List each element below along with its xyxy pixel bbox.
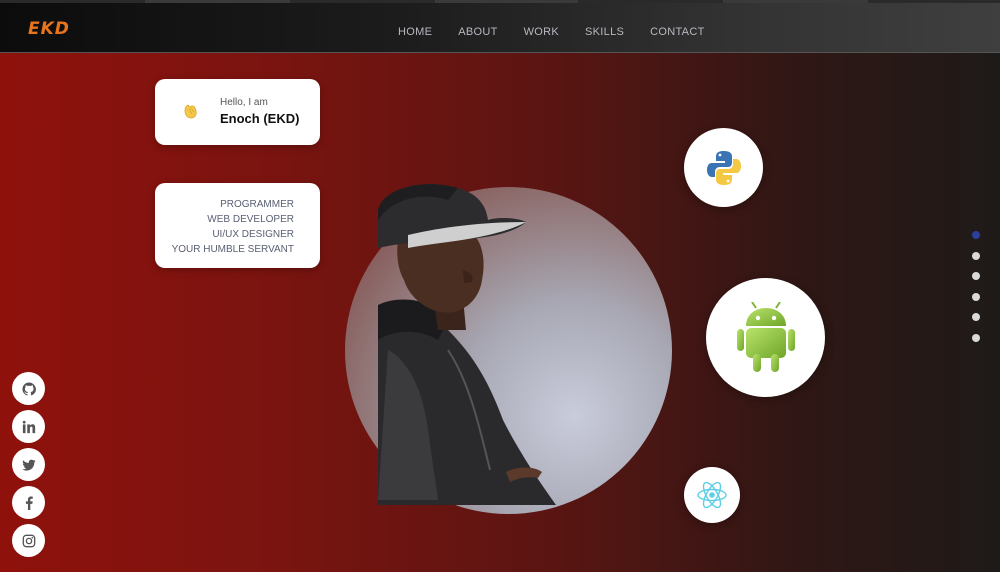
section-pagination [972, 231, 982, 355]
instagram-link[interactable] [12, 524, 45, 557]
role-item: WEB DEVELOPER [207, 214, 294, 225]
section-dot[interactable] [972, 313, 980, 322]
roles-card: PROGRAMMER WEB DEVELOPER UI/UX DESIGNER … [155, 183, 320, 268]
role-item: YOUR HUMBLE SERVANT [171, 244, 294, 255]
logo[interactable]: EKD [28, 19, 92, 39]
hero-name: Enoch (EKD) [220, 111, 300, 126]
waving-hand-icon [184, 104, 197, 119]
react-bubble [684, 467, 740, 523]
nav-about[interactable]: ABOUT [458, 26, 497, 38]
facebook-icon [25, 495, 33, 510]
instagram-icon [22, 534, 35, 547]
android-bubble [706, 278, 825, 397]
section-dot[interactable] [972, 251, 980, 260]
greeting-text: Hello, I am [220, 97, 268, 108]
navbar: EKD HOME ABOUT WORK SKILLS CONTACT [0, 3, 1000, 53]
role-item: PROGRAMMER [220, 199, 294, 210]
section-dot[interactable] [972, 272, 980, 281]
nav-work[interactable]: WORK [524, 26, 559, 38]
portrait-photo [378, 184, 556, 505]
python-bubble [684, 128, 763, 207]
nav-skills[interactable]: SKILLS [585, 26, 624, 38]
react-icon [697, 481, 727, 509]
section-dot[interactable] [972, 292, 980, 301]
github-icon [21, 381, 36, 395]
facebook-link[interactable] [12, 486, 45, 519]
nav-home[interactable]: HOME [398, 26, 432, 38]
github-link[interactable] [12, 372, 45, 405]
android-icon [736, 301, 795, 372]
linkedin-link[interactable] [12, 410, 45, 443]
role-item: UI/UX DESIGNER [212, 229, 294, 240]
roles-list: PROGRAMMER WEB DEVELOPER UI/UX DESIGNER … [172, 197, 294, 257]
linkedin-icon [22, 420, 35, 433]
twitter-link[interactable] [12, 448, 45, 481]
section-dot[interactable] [972, 333, 980, 342]
twitter-icon [21, 459, 36, 471]
nav-contact[interactable]: CONTACT [650, 26, 704, 38]
python-icon [706, 150, 741, 185]
section-dot-active[interactable] [972, 231, 980, 239]
nav-menu: HOME ABOUT WORK SKILLS CONTACT [398, 26, 705, 38]
greeting-card: Hello, I am Enoch (EKD) [155, 79, 320, 145]
